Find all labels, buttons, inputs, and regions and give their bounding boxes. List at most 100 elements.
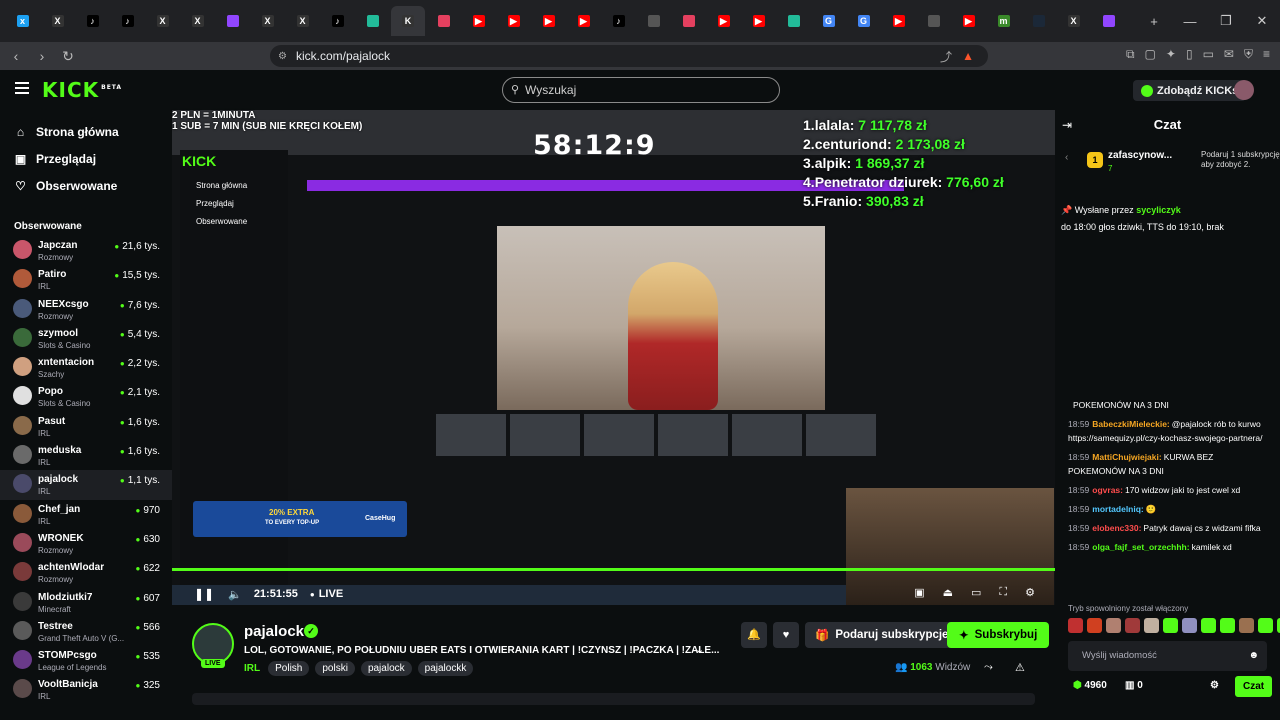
- chevron-left-icon[interactable]: ‹: [1065, 152, 1068, 163]
- channel-name[interactable]: pajalock: [244, 623, 304, 640]
- video-progress-bar[interactable]: [172, 568, 1055, 571]
- follow-heart-icon[interactable]: ♥: [773, 622, 799, 648]
- followed-channel[interactable]: VooltBanicjaIRL325: [0, 675, 172, 704]
- browser-tab[interactable]: ▶: [707, 6, 740, 36]
- followed-channel[interactable]: xntentacionSzachy2,2 tys.: [0, 353, 172, 382]
- browser-tab[interactable]: ▶: [497, 6, 530, 36]
- followed-channel[interactable]: TestreeGrand Theft Auto V (G...566: [0, 617, 172, 646]
- category-link[interactable]: IRL: [244, 663, 260, 674]
- restore-icon[interactable]: ❐: [1208, 13, 1244, 29]
- box-count[interactable]: ▥ 0: [1125, 680, 1143, 691]
- sparkle-icon[interactable]: ✦: [1166, 47, 1176, 62]
- browser-tab[interactable]: [637, 6, 670, 36]
- close-icon[interactable]: ✕: [1244, 13, 1280, 29]
- emote-icon[interactable]: [1144, 618, 1159, 633]
- followed-channel[interactable]: szymoolSlots & Casino5,4 tys.: [0, 324, 172, 353]
- browser-tab[interactable]: [1022, 6, 1055, 36]
- emote-icon[interactable]: [1182, 618, 1197, 633]
- chat-settings-icon[interactable]: ⚙: [1210, 680, 1219, 691]
- pause-icon[interactable]: ❚❚: [194, 587, 214, 601]
- gift-subs-button[interactable]: 🎁 Podaruj subskrypcje: [805, 622, 959, 648]
- browser-tab[interactable]: ♪: [76, 6, 109, 36]
- chevron-down-icon[interactable]: ⌄: [695, 643, 704, 656]
- emote-icon[interactable]: [1087, 618, 1102, 633]
- report-icon[interactable]: ⚠: [1015, 661, 1025, 674]
- nav-item[interactable]: ♡ Obserwowane: [0, 172, 172, 199]
- followed-channel[interactable]: Mlodziutki7Minecraft607: [0, 588, 172, 617]
- nav-item[interactable]: ⌂ Strona główna: [0, 118, 172, 145]
- browser-tab[interactable]: ♪: [602, 6, 635, 36]
- browser-tab[interactable]: [216, 6, 249, 36]
- browser-tab[interactable]: ♪: [111, 6, 144, 36]
- followed-channel[interactable]: meduskaIRL1,6 tys.: [0, 441, 172, 470]
- minimize-icon[interactable]: —: [1172, 14, 1208, 29]
- browser-tab[interactable]: X: [146, 6, 179, 36]
- browser-tab[interactable]: x: [6, 6, 39, 36]
- browser-tab[interactable]: [1092, 6, 1125, 36]
- message-user[interactable]: mortadelniq:: [1092, 504, 1143, 514]
- followed-channel[interactable]: PasutIRL1,6 tys.: [0, 412, 172, 441]
- stream-tag[interactable]: polski: [315, 661, 355, 676]
- share-icon[interactable]: ⤴: [940, 48, 952, 65]
- browser-tab[interactable]: K: [391, 6, 425, 36]
- nav-item[interactable]: ▣ Przeglądaj: [0, 145, 172, 172]
- followed-channel[interactable]: Chef_janIRL970: [0, 500, 172, 529]
- subscribe-button[interactable]: ✦ Subskrybuj: [947, 622, 1050, 648]
- clip-icon[interactable]: ⏏: [943, 586, 953, 599]
- url-field[interactable]: ⚙ kick.com/pajalock ⤴ ▲: [270, 45, 988, 67]
- get-kicks-button[interactable]: Zdobądź KICKs: [1133, 80, 1247, 101]
- vpn-icon[interactable]: ⛨: [1244, 47, 1253, 62]
- message-user[interactable]: MattiChujwiejaki:: [1092, 452, 1161, 462]
- followed-channel[interactable]: PatiroIRL15,5 tys.: [0, 265, 172, 294]
- share-icon[interactable]: ⤳: [984, 661, 993, 674]
- browser-tab[interactable]: ▶: [532, 6, 565, 36]
- search-input[interactable]: ⚲ Wyszukaj: [502, 77, 780, 103]
- chat-send-button[interactable]: Czat: [1235, 676, 1273, 697]
- message-user[interactable]: BabeczkiMieleckie:: [1092, 419, 1169, 429]
- site-info-icon[interactable]: ⚙: [278, 51, 287, 62]
- pip-icon[interactable]: ▣: [914, 586, 924, 599]
- followed-channel[interactable]: achtenWlodarRozmowy622: [0, 558, 172, 587]
- browser-tab[interactable]: G: [847, 6, 880, 36]
- screenshot-icon[interactable]: ▢: [1145, 47, 1156, 62]
- sidebar-toggle-icon[interactable]: ▯: [1186, 47, 1193, 62]
- message-user[interactable]: olga_fajf_set_orzechhh:: [1092, 542, 1189, 552]
- browser-tab[interactable]: ▶: [567, 6, 600, 36]
- browser-tab[interactable]: X: [41, 6, 74, 36]
- followed-channel[interactable]: JapczanRozmowy21,6 tys.: [0, 236, 172, 265]
- emote-icon[interactable]: [1106, 618, 1121, 633]
- browser-tab[interactable]: [672, 6, 705, 36]
- emote-icon[interactable]: [1258, 618, 1273, 633]
- emote-icon[interactable]: [1239, 618, 1254, 633]
- theatre-mode-icon[interactable]: ▭: [971, 586, 981, 599]
- emote-icon[interactable]: [1201, 618, 1216, 633]
- settings-icon[interactable]: ⚙: [1025, 586, 1035, 599]
- fullscreen-icon[interactable]: ⛶: [999, 586, 1007, 599]
- pinned-by-user[interactable]: sycyliczyk: [1136, 205, 1181, 215]
- followed-channel[interactable]: PopoSlots & Casino2,1 tys.: [0, 382, 172, 411]
- volume-icon[interactable]: 🔈: [228, 588, 242, 601]
- emote-icon[interactable]: [1125, 618, 1140, 633]
- message-user[interactable]: elobenc330:: [1092, 523, 1141, 533]
- emote-icon[interactable]: [1163, 618, 1178, 633]
- browser-tab[interactable]: m: [987, 6, 1020, 36]
- browser-tab[interactable]: X: [1057, 6, 1090, 36]
- menu-icon[interactable]: ≡: [1263, 47, 1270, 62]
- browser-tab[interactable]: ♪: [321, 6, 354, 36]
- hamburger-menu-icon[interactable]: [15, 82, 29, 94]
- reload-icon[interactable]: ↻: [58, 48, 78, 65]
- stream-tag[interactable]: pajalockk: [417, 661, 474, 676]
- channel-points[interactable]: 4960: [1073, 680, 1107, 691]
- followed-channel[interactable]: STOMPcsgoLeague of Legends535: [0, 646, 172, 675]
- brave-shield-icon[interactable]: ▲: [962, 49, 974, 63]
- back-icon[interactable]: ‹: [6, 48, 26, 64]
- emote-icon[interactable]: [1068, 618, 1083, 633]
- browser-tab[interactable]: X: [251, 6, 284, 36]
- stream-tag[interactable]: pajalock: [360, 661, 412, 676]
- browser-tab[interactable]: X: [286, 6, 319, 36]
- browser-tab[interactable]: ▶: [882, 6, 915, 36]
- followed-channel[interactable]: WRONEKRozmowy630: [0, 529, 172, 558]
- browser-tab[interactable]: X: [181, 6, 214, 36]
- new-tab-icon[interactable]: +: [1136, 14, 1172, 29]
- kick-logo[interactable]: KICK BETA: [42, 78, 122, 102]
